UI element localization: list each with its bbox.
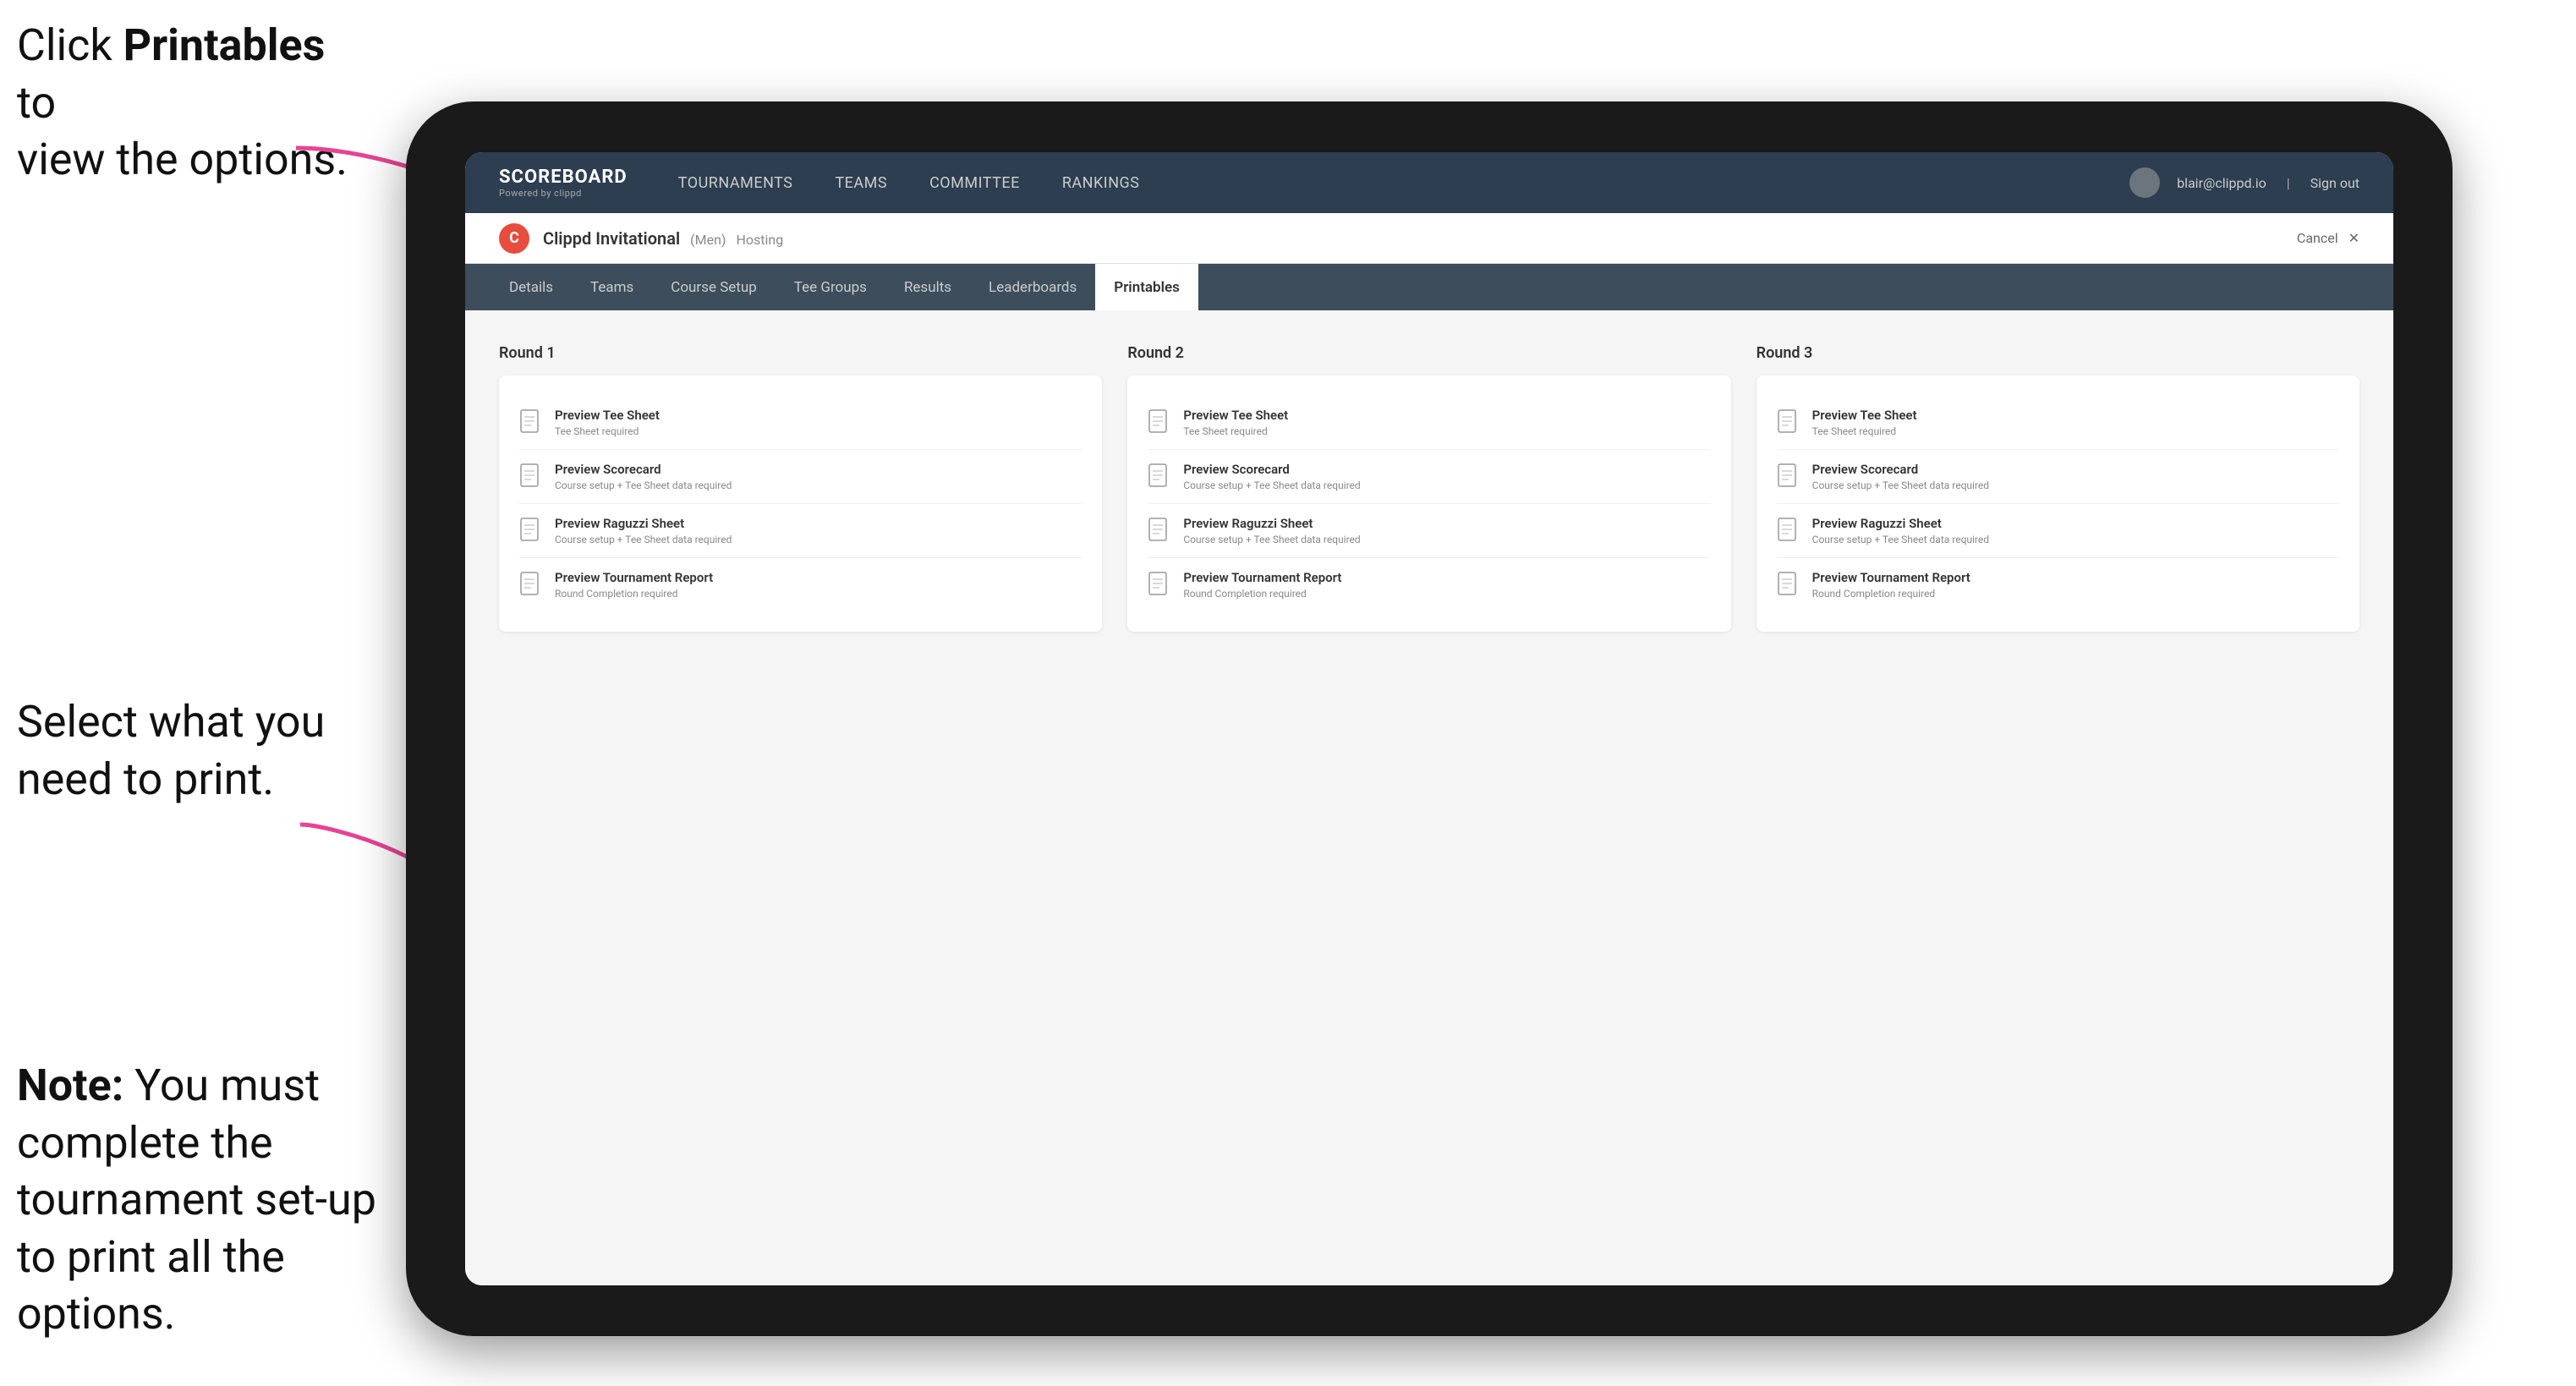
nav-teams[interactable]: TEAMS bbox=[835, 174, 887, 192]
round-3-tee-sheet-title: Preview Tee Sheet bbox=[1812, 408, 1917, 423]
round-2-tee-sheet-sub: Tee Sheet required bbox=[1183, 425, 1288, 437]
round-2-title: Round 2 bbox=[1127, 344, 1730, 362]
round-3-raguzzi[interactable]: Preview Raguzzi Sheet Course setup + Tee… bbox=[1777, 504, 2339, 558]
round-1-title: Round 1 bbox=[499, 344, 1102, 362]
round-1-raguzzi-sub: Course setup + Tee Sheet data required bbox=[555, 534, 732, 545]
round-2-report-title: Preview Tournament Report bbox=[1183, 570, 1341, 585]
annotation-bottom: Note: You mustcomplete thetournament set… bbox=[17, 1057, 440, 1343]
document-icon bbox=[1148, 518, 1171, 545]
annotation-bold: Printables bbox=[123, 19, 326, 71]
nav-rankings[interactable]: RANKINGS bbox=[1062, 174, 1140, 192]
top-nav: SCOREBOARD Powered by clippd TOURNAMENTS… bbox=[465, 152, 2393, 213]
tab-bar: Details Teams Course Setup Tee Groups Re… bbox=[465, 264, 2393, 310]
round-3-column: Round 3 Preview Tee Sheet Tee bbox=[1757, 344, 2360, 632]
document-icon bbox=[1777, 572, 1800, 599]
nav-right: blair@clippd.io | Sign out bbox=[2129, 167, 2360, 198]
round-1-raguzzi-text: Preview Raguzzi Sheet Course setup + Tee… bbox=[555, 516, 732, 545]
tournament-name: Clippd Invitational bbox=[543, 228, 680, 249]
document-icon bbox=[1148, 463, 1171, 490]
round-1-scorecard[interactable]: Preview Scorecard Course setup + Tee She… bbox=[519, 450, 1082, 504]
annotation-middle: Select what youneed to print. bbox=[17, 693, 325, 808]
round-1-column: Round 1 Preview Tee Sheet Tee bbox=[499, 344, 1102, 632]
round-3-raguzzi-sub: Course setup + Tee Sheet data required bbox=[1812, 534, 1989, 545]
tab-leaderboards[interactable]: Leaderboards bbox=[970, 264, 1095, 310]
user-email: blair@clippd.io bbox=[2177, 175, 2266, 191]
round-3-scorecard-title: Preview Scorecard bbox=[1812, 462, 1989, 477]
rounds-grid: Round 1 Preview Tee Sheet Tee bbox=[499, 344, 2360, 632]
tablet-frame: SCOREBOARD Powered by clippd TOURNAMENTS… bbox=[406, 101, 2453, 1336]
round-1-scorecard-text: Preview Scorecard Course setup + Tee She… bbox=[555, 462, 732, 491]
tab-teams[interactable]: Teams bbox=[572, 264, 652, 310]
round-3-title: Round 3 bbox=[1757, 344, 2360, 362]
document-icon bbox=[1777, 409, 1800, 436]
document-icon bbox=[1148, 409, 1171, 436]
round-1-raguzzi-title: Preview Raguzzi Sheet bbox=[555, 516, 732, 531]
nav-committee[interactable]: COMMITTEE bbox=[929, 174, 1020, 192]
round-3-tee-sheet[interactable]: Preview Tee Sheet Tee Sheet required bbox=[1777, 396, 2339, 450]
sign-out-link[interactable]: Sign out bbox=[2310, 175, 2360, 191]
round-2-column: Round 2 Preview Tee Sheet Tee bbox=[1127, 344, 1730, 632]
logo-subtitle: Powered by clippd bbox=[499, 188, 628, 199]
document-icon bbox=[1777, 518, 1800, 545]
round-1-card: Preview Tee Sheet Tee Sheet required bbox=[499, 375, 1102, 632]
nav-tournaments[interactable]: TOURNAMENTS bbox=[678, 174, 793, 192]
round-1-tee-sheet-sub: Tee Sheet required bbox=[555, 425, 660, 437]
round-2-raguzzi-title: Preview Raguzzi Sheet bbox=[1183, 516, 1360, 531]
tournament-logo: C bbox=[499, 223, 529, 254]
document-icon bbox=[519, 409, 543, 436]
document-icon bbox=[519, 518, 543, 545]
round-3-raguzzi-title: Preview Raguzzi Sheet bbox=[1812, 516, 1989, 531]
round-3-scorecard-sub: Course setup + Tee Sheet data required bbox=[1812, 479, 1989, 491]
round-1-scorecard-title: Preview Scorecard bbox=[555, 462, 732, 477]
round-2-tee-sheet[interactable]: Preview Tee Sheet Tee Sheet required bbox=[1148, 396, 1710, 450]
document-icon bbox=[519, 572, 543, 599]
round-1-report-text: Preview Tournament Report Round Completi… bbox=[555, 570, 713, 600]
tab-course-setup[interactable]: Course Setup bbox=[652, 264, 776, 310]
tab-tee-groups[interactable]: Tee Groups bbox=[776, 264, 885, 310]
tablet-screen: SCOREBOARD Powered by clippd TOURNAMENTS… bbox=[465, 152, 2393, 1285]
sub-header: C Clippd Invitational (Men) Hosting Canc… bbox=[465, 213, 2393, 264]
round-1-tee-sheet-text: Preview Tee Sheet Tee Sheet required bbox=[555, 408, 660, 437]
round-1-tournament-report[interactable]: Preview Tournament Report Round Completi… bbox=[519, 558, 1082, 611]
hosting-label: Hosting bbox=[736, 232, 783, 248]
main-nav: TOURNAMENTS TEAMS COMMITTEE RANKINGS bbox=[678, 174, 2129, 192]
tab-results[interactable]: Results bbox=[885, 264, 970, 310]
round-3-scorecard[interactable]: Preview Scorecard Course setup + Tee She… bbox=[1777, 450, 2339, 504]
round-2-card: Preview Tee Sheet Tee Sheet required bbox=[1127, 375, 1730, 632]
tournament-info: Clippd Invitational (Men) Hosting bbox=[543, 228, 783, 249]
avatar bbox=[2129, 167, 2160, 198]
round-2-tee-sheet-title: Preview Tee Sheet bbox=[1183, 408, 1288, 423]
round-1-tee-sheet-title: Preview Tee Sheet bbox=[555, 408, 660, 423]
round-1-raguzzi[interactable]: Preview Raguzzi Sheet Course setup + Tee… bbox=[519, 504, 1082, 558]
round-3-tee-sheet-sub: Tee Sheet required bbox=[1812, 425, 1917, 437]
round-3-report-title: Preview Tournament Report bbox=[1812, 570, 1970, 585]
round-3-report-sub: Round Completion required bbox=[1812, 588, 1970, 600]
main-content: Round 1 Preview Tee Sheet Tee bbox=[465, 310, 2393, 1285]
document-icon bbox=[519, 463, 543, 490]
round-2-scorecard-sub: Course setup + Tee Sheet data required bbox=[1183, 479, 1360, 491]
round-2-raguzzi-sub: Course setup + Tee Sheet data required bbox=[1183, 534, 1360, 545]
tab-details[interactable]: Details bbox=[491, 264, 572, 310]
document-icon bbox=[1148, 572, 1171, 599]
annotation-note-bold: Note: bbox=[17, 1060, 123, 1111]
round-2-tournament-report[interactable]: Preview Tournament Report Round Completi… bbox=[1148, 558, 1710, 611]
round-2-raguzzi[interactable]: Preview Raguzzi Sheet Course setup + Tee… bbox=[1148, 504, 1710, 558]
round-1-tee-sheet[interactable]: Preview Tee Sheet Tee Sheet required bbox=[519, 396, 1082, 450]
round-1-scorecard-sub: Course setup + Tee Sheet data required bbox=[555, 479, 732, 491]
scoreboard-logo: SCOREBOARD Powered by clippd bbox=[499, 167, 628, 199]
cancel-button[interactable]: Cancel ✕ bbox=[2297, 230, 2360, 246]
round-3-card: Preview Tee Sheet Tee Sheet required bbox=[1757, 375, 2360, 632]
document-icon bbox=[1777, 463, 1800, 490]
round-1-report-title: Preview Tournament Report bbox=[555, 570, 713, 585]
tournament-meta: (Men) bbox=[690, 232, 726, 248]
round-2-report-sub: Round Completion required bbox=[1183, 588, 1341, 600]
tab-printables[interactable]: Printables bbox=[1095, 264, 1198, 310]
logo-title: SCOREBOARD bbox=[499, 167, 628, 188]
round-2-scorecard-title: Preview Scorecard bbox=[1183, 462, 1360, 477]
round-2-scorecard[interactable]: Preview Scorecard Course setup + Tee She… bbox=[1148, 450, 1710, 504]
round-1-report-sub: Round Completion required bbox=[555, 588, 713, 600]
round-3-tournament-report[interactable]: Preview Tournament Report Round Completi… bbox=[1777, 558, 2339, 611]
